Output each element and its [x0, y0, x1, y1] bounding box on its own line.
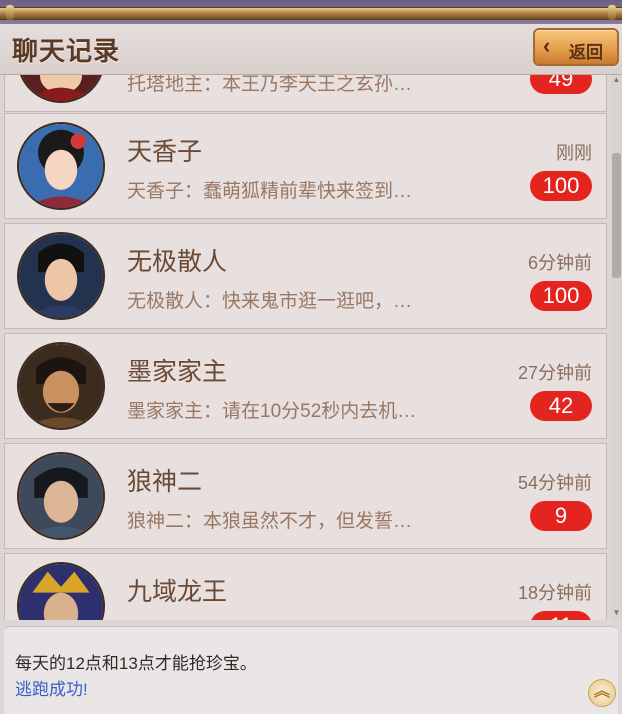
scroll-down-arrow-icon[interactable]: ▼ [612, 608, 621, 618]
chat-preview: 天香子：蠢萌狐精前辈快来签到… [127, 181, 413, 202]
top-decor-bar [0, 0, 622, 24]
chat-time: 刚刚 [556, 143, 592, 163]
chat-name: 墨家家主 [127, 358, 228, 386]
avatar [17, 452, 105, 540]
chat-name: 天香子 [127, 138, 203, 166]
collapse-chevron-up-icon[interactable]: ︽ [588, 679, 616, 707]
system-message-panel: 每天的12点和13点才能抢珍宝。 逃跑成功! [4, 626, 618, 714]
avatar-portrait-icon [19, 75, 103, 101]
chat-row-tuota-dizhu[interactable]: 托塔地主：本王乃李天王之玄孙… 49 [4, 75, 607, 112]
rod-knob-right [608, 5, 616, 20]
chat-row-langshen-er[interactable]: 狼神二 狼神二：本狼虽然不才，但发誓… 54分钟前 9 [4, 443, 607, 549]
page-header: 聊天记录 ‹ 返回 [0, 24, 622, 75]
unread-badge: 11 [530, 611, 592, 620]
chat-preview: 托塔地主：本王乃李天王之玄孙… [127, 75, 413, 95]
scrollbar-thumb[interactable] [612, 153, 621, 278]
avatar-portrait-icon [19, 234, 103, 318]
chat-time: 54分钟前 [517, 473, 592, 493]
scroll-rod-decoration [0, 5, 622, 20]
avatar-portrait-icon [19, 124, 103, 208]
system-message-link[interactable]: 逃跑成功! [15, 675, 88, 700]
unread-badge: 100 [530, 171, 592, 201]
system-message-line: 每天的12点和13点才能抢珍宝。 [15, 654, 257, 673]
avatar [17, 562, 105, 620]
chat-row-wuji-sanren[interactable]: 无极散人 无极散人：快来鬼市逛一逛吧，… 6分钟前 100 [4, 223, 607, 329]
avatar [17, 122, 105, 210]
avatar-portrait-icon [19, 344, 103, 428]
back-button-label: 返回 [569, 43, 603, 62]
chat-preview: 无极散人：快来鬼市逛一逛吧，… [127, 291, 413, 312]
chat-time: 27分钟前 [517, 363, 592, 383]
chat-preview: 狼神二：本狼虽然不才，但发誓… [127, 511, 413, 532]
chevron-left-icon: ‹ [543, 33, 551, 58]
chat-row-mojia-jiazhu[interactable]: 墨家家主 墨家家主：请在10分52秒内去机… 27分钟前 42 [4, 333, 607, 439]
list-scrollbar[interactable]: ▲ ▼ [611, 75, 622, 620]
unread-badge: 9 [530, 501, 592, 531]
avatar [17, 342, 105, 430]
avatar [17, 232, 105, 320]
chat-list[interactable]: 托塔地主：本王乃李天王之玄孙… 49 天香子 天香子：蠢萌狐精前辈快来签到… 刚… [0, 75, 622, 620]
chat-time: 18分钟前 [517, 583, 592, 603]
chat-name: 无极散人 [127, 248, 228, 276]
back-button[interactable]: ‹ 返回 [533, 28, 619, 66]
unread-badge: 42 [530, 391, 592, 421]
chat-time: 6分钟前 [527, 253, 592, 273]
page-title: 聊天记录 [12, 36, 121, 66]
avatar-portrait-icon [19, 454, 103, 538]
unread-badge: 49 [530, 75, 592, 94]
chat-row-tianxiangzi[interactable]: 天香子 天香子：蠢萌狐精前辈快来签到… 刚刚 100 [4, 113, 607, 219]
avatar-portrait-icon [19, 564, 103, 620]
chat-name: 九域龙王 [127, 578, 228, 606]
chat-preview: 墨家家主：请在10分52秒内去机… [127, 401, 417, 422]
rod-knob-left [6, 5, 14, 20]
chat-row-jiuyu-longwang[interactable]: 九域龙王 18分钟前 11 [4, 553, 607, 620]
scroll-up-arrow-icon[interactable]: ▲ [612, 75, 621, 85]
unread-badge: 100 [530, 281, 592, 311]
avatar [17, 75, 105, 103]
chat-name: 狼神二 [127, 468, 203, 496]
